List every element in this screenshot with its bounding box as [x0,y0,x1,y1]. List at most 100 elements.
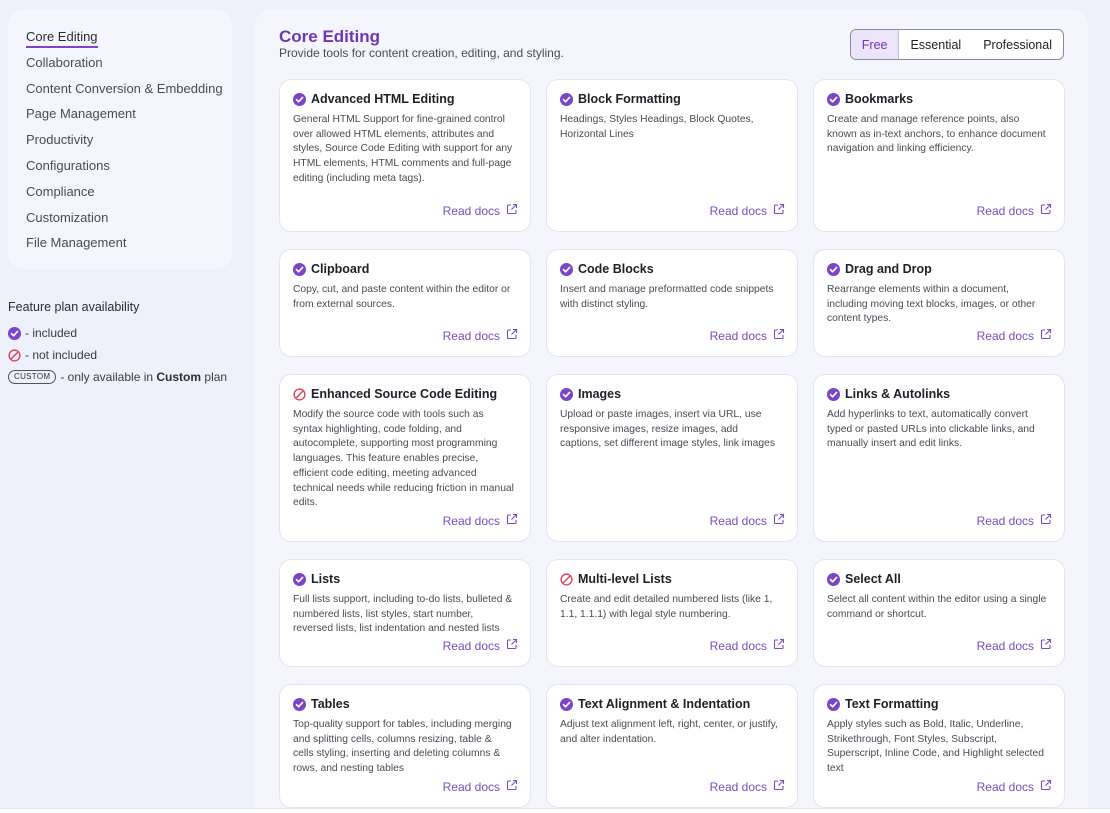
read-docs-label: Read docs [709,328,767,343]
read-docs-link[interactable]: Read docs [977,203,1052,218]
sidebar-item[interactable]: Configurations [26,157,232,183]
read-docs-link[interactable]: Read docs [977,513,1052,528]
feature-card: Block Formatting Headings, Styles Heading… [546,79,798,232]
external-link-icon [773,779,785,794]
feature-card-header: Drag and Drop [827,261,1052,277]
sidebar-item-label: Collaboration [26,54,103,70]
read-docs-link[interactable]: Read docs [710,638,785,653]
sidebar-item[interactable]: Page Management [26,105,232,131]
feature-description: Rearrange elements within a document, in… [827,284,1036,325]
feature-title: Enhanced Source Code Editing [311,387,498,401]
feature-title: Select All [845,572,901,586]
feature-card: Advanced HTML Editing General HTML Suppor… [279,79,531,232]
feature-description: Top-quality support for tables, includin… [293,719,512,775]
external-link-icon [506,328,518,343]
page: Core Editing Collaboration Content Convers… [0,0,1110,813]
read-docs-label: Read docs [442,638,500,653]
read-docs-label: Read docs [442,779,500,794]
check-circle-icon [827,572,840,586]
external-link-icon [1040,328,1052,343]
feature-title: Text Formatting [845,697,939,711]
feature-card-header: Lists [293,571,518,587]
plan-legend: Feature plan availability - included - n… [8,300,248,388]
sidebar-item-label: Customization [26,209,109,225]
feature-card-header: Text Formatting [827,696,1052,712]
blocked-icon [560,572,573,586]
feature-card: Multi-level Lists Create and edit detaile… [546,559,798,667]
sidebar-item[interactable]: Core Editing [26,28,232,54]
check-circle-icon [293,572,306,586]
plan-free-button[interactable]: Free [850,30,900,59]
feature-title: Lists [311,572,341,586]
feature-description: Insert and manage preformatted code snip… [560,284,774,310]
read-docs-link[interactable]: Read docs [710,779,785,794]
feature-title: Clipboard [311,262,370,276]
feature-description: Create and edit detailed numbered lists … [560,594,773,620]
sidebar-item[interactable]: Compliance [26,183,232,209]
feature-title: Text Alignment & Indentation [578,697,751,711]
check-circle-icon [560,387,573,401]
feature-card: Select All Select all content within the … [813,559,1065,667]
external-link-icon [1040,513,1052,528]
legend-custom-text-bold: Custom [156,370,202,384]
legend-title: Feature plan availability [8,300,140,314]
read-docs-label: Read docs [442,328,500,343]
read-docs-link[interactable]: Read docs [710,328,785,343]
read-docs-link[interactable]: Read docs [977,328,1052,343]
check-circle-icon [293,262,306,276]
feature-description: Full lists support, including to-do list… [293,594,513,635]
plan-professional-button[interactable]: Professional [972,30,1063,59]
external-link-icon [506,513,518,528]
legend-not-included: - not included [8,344,248,366]
read-docs-link[interactable]: Read docs [710,513,785,528]
plan-essential-button[interactable]: Essential [899,30,972,59]
legend-custom-text-pre: - only available in [60,370,154,384]
read-docs-link[interactable]: Read docs [443,513,518,528]
check-circle-icon [560,697,573,711]
read-docs-link[interactable]: Read docs [443,328,518,343]
feature-title: Tables [311,697,350,711]
feature-card: Drag and Drop Rearrange elements within a… [813,249,1065,357]
page-subtitle: Provide tools for content creation, edit… [279,46,564,60]
check-circle-icon [560,262,573,276]
check-circle-icon [8,326,21,340]
page-title: Core Editing [279,27,381,46]
feature-card: Code Blocks Insert and manage preformatte… [546,249,798,357]
external-link-icon [773,203,785,218]
sidebar-item[interactable]: Collaboration [26,54,232,80]
sidebar-item[interactable]: Content Conversion & Embedding [26,80,232,106]
feature-title: Images [578,387,622,401]
check-circle-icon [827,262,840,276]
sidebar-item-label: Configurations [26,157,110,173]
sidebar-item[interactable]: Customization [26,209,232,235]
read-docs-link[interactable]: Read docs [977,779,1052,794]
feature-card-header: Multi-level Lists [560,571,785,587]
read-docs-label: Read docs [976,638,1034,653]
category-sidebar: Core Editing Collaboration Content Convers… [8,10,232,269]
read-docs-link[interactable]: Read docs [977,638,1052,653]
feature-title: Block Formatting [578,92,681,106]
bottom-edge [0,808,1110,813]
read-docs-label: Read docs [709,638,767,653]
read-docs-label: Read docs [976,328,1034,343]
read-docs-link[interactable]: Read docs [710,203,785,218]
feature-card-header: Advanced HTML Editing [293,91,518,107]
read-docs-link[interactable]: Read docs [443,638,518,653]
feature-title: Bookmarks [845,92,914,106]
feature-card: Clipboard Copy, cut, and paste content wi… [279,249,531,357]
read-docs-link[interactable]: Read docs [443,203,518,218]
sidebar-item[interactable]: Productivity [26,131,232,157]
check-circle-icon [560,92,573,106]
read-docs-link[interactable]: Read docs [443,779,518,794]
sidebar-item-label: Content Conversion & Embedding [26,80,223,96]
feature-card: Bookmarks Create and manage reference poi… [813,79,1065,232]
feature-description: Modify the source code with tools such a… [293,409,514,509]
check-circle-icon [293,92,306,106]
legend-included-text: - included [25,326,78,340]
sidebar-item[interactable]: File Management [26,234,232,260]
feature-card: Text Formatting Apply styles such as Bold… [813,684,1065,808]
read-docs-label: Read docs [709,203,767,218]
feature-description: Select all content within the editor usi… [827,594,1047,620]
feature-card-header: Enhanced Source Code Editing [293,386,518,402]
category-list: Core Editing Collaboration Content Convers… [26,28,232,260]
